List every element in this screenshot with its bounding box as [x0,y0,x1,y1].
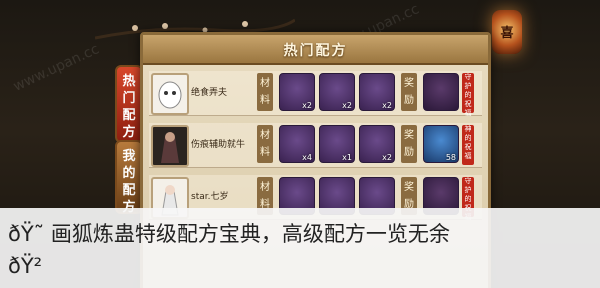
tab-char: 配 [122,183,136,198]
pig-icon[interactable]: x2 [359,73,395,111]
game-scene: 喜 www.upan.cc www.upan.cc 热 门 配 方 我 的 配 … [0,0,600,288]
tab-char: 热 [122,74,136,89]
reward-tag: 神的祝福 [462,125,474,165]
caption-overlay: ðŸ˜ 画狐炼蛊特级配方宝典，高级配方一览无余 ðŸ² [0,208,600,288]
pot-icon[interactable]: x2 [319,73,355,111]
caption-line-2: ðŸ² [8,254,43,278]
panel-header: 热门配方 [143,35,488,65]
lantern-icon: 喜 [492,10,522,54]
materials-label: 材料 [257,125,273,163]
pig-icon[interactable]: x2 [359,125,395,163]
recipe-row[interactable]: 伤痕辅助就牛 材料 x4 x1 x2 奖励 58 神的祝福 [149,123,482,168]
item-count: x1 [342,153,352,162]
warrior-avatar-icon [161,132,179,163]
item-count: x4 [302,153,312,162]
materials-label: 材料 [257,73,273,111]
tab-char: 方 [122,125,136,140]
player-name: 伤痕辅助就牛 [191,140,246,150]
reward-tag: 守护的祝福 [462,73,474,117]
panel-title: 热门配方 [283,43,348,59]
item-count: 58 [445,153,456,162]
tab-hot-recipes[interactable]: 热 门 配 方 [115,65,143,143]
tab-char: 配 [122,108,136,123]
purple-orb-icon[interactable] [423,73,459,111]
reward-label: 奖励 [401,125,417,163]
ghost-avatar-icon [158,81,182,109]
player-name: star.七岁 [191,192,229,202]
lantern-glyph: 喜 [500,26,514,41]
item-count: x2 [382,153,392,162]
recipe-row[interactable]: 绝食弄夫 材料 x2 x2 x2 奖励 守护的祝福 [149,71,482,117]
player-name: 绝食弄夫 [191,88,228,98]
item-count: x2 [382,101,392,110]
item-count: x2 [302,101,312,110]
watermark: www.upan.cc [10,41,102,95]
tab-char: 门 [122,91,136,106]
blue-crystal-icon[interactable]: 58 [423,125,459,163]
mooncake-icon[interactable]: x2 [279,73,315,111]
item-count: x2 [342,101,352,110]
mooncake-icon[interactable]: x4 [279,125,315,163]
pot-icon[interactable]: x1 [319,125,355,163]
caption-line-1: ðŸ˜ 画狐炼蛊特级配方宝典，高级配方一览无余 [8,222,450,246]
avatar[interactable] [151,125,189,167]
tab-my-recipes[interactable]: 我 的 配 方 [115,140,143,215]
tab-char: 的 [122,166,136,181]
tab-char: 我 [122,149,136,164]
avatar[interactable] [151,73,189,115]
reward-label: 奖励 [401,73,417,111]
